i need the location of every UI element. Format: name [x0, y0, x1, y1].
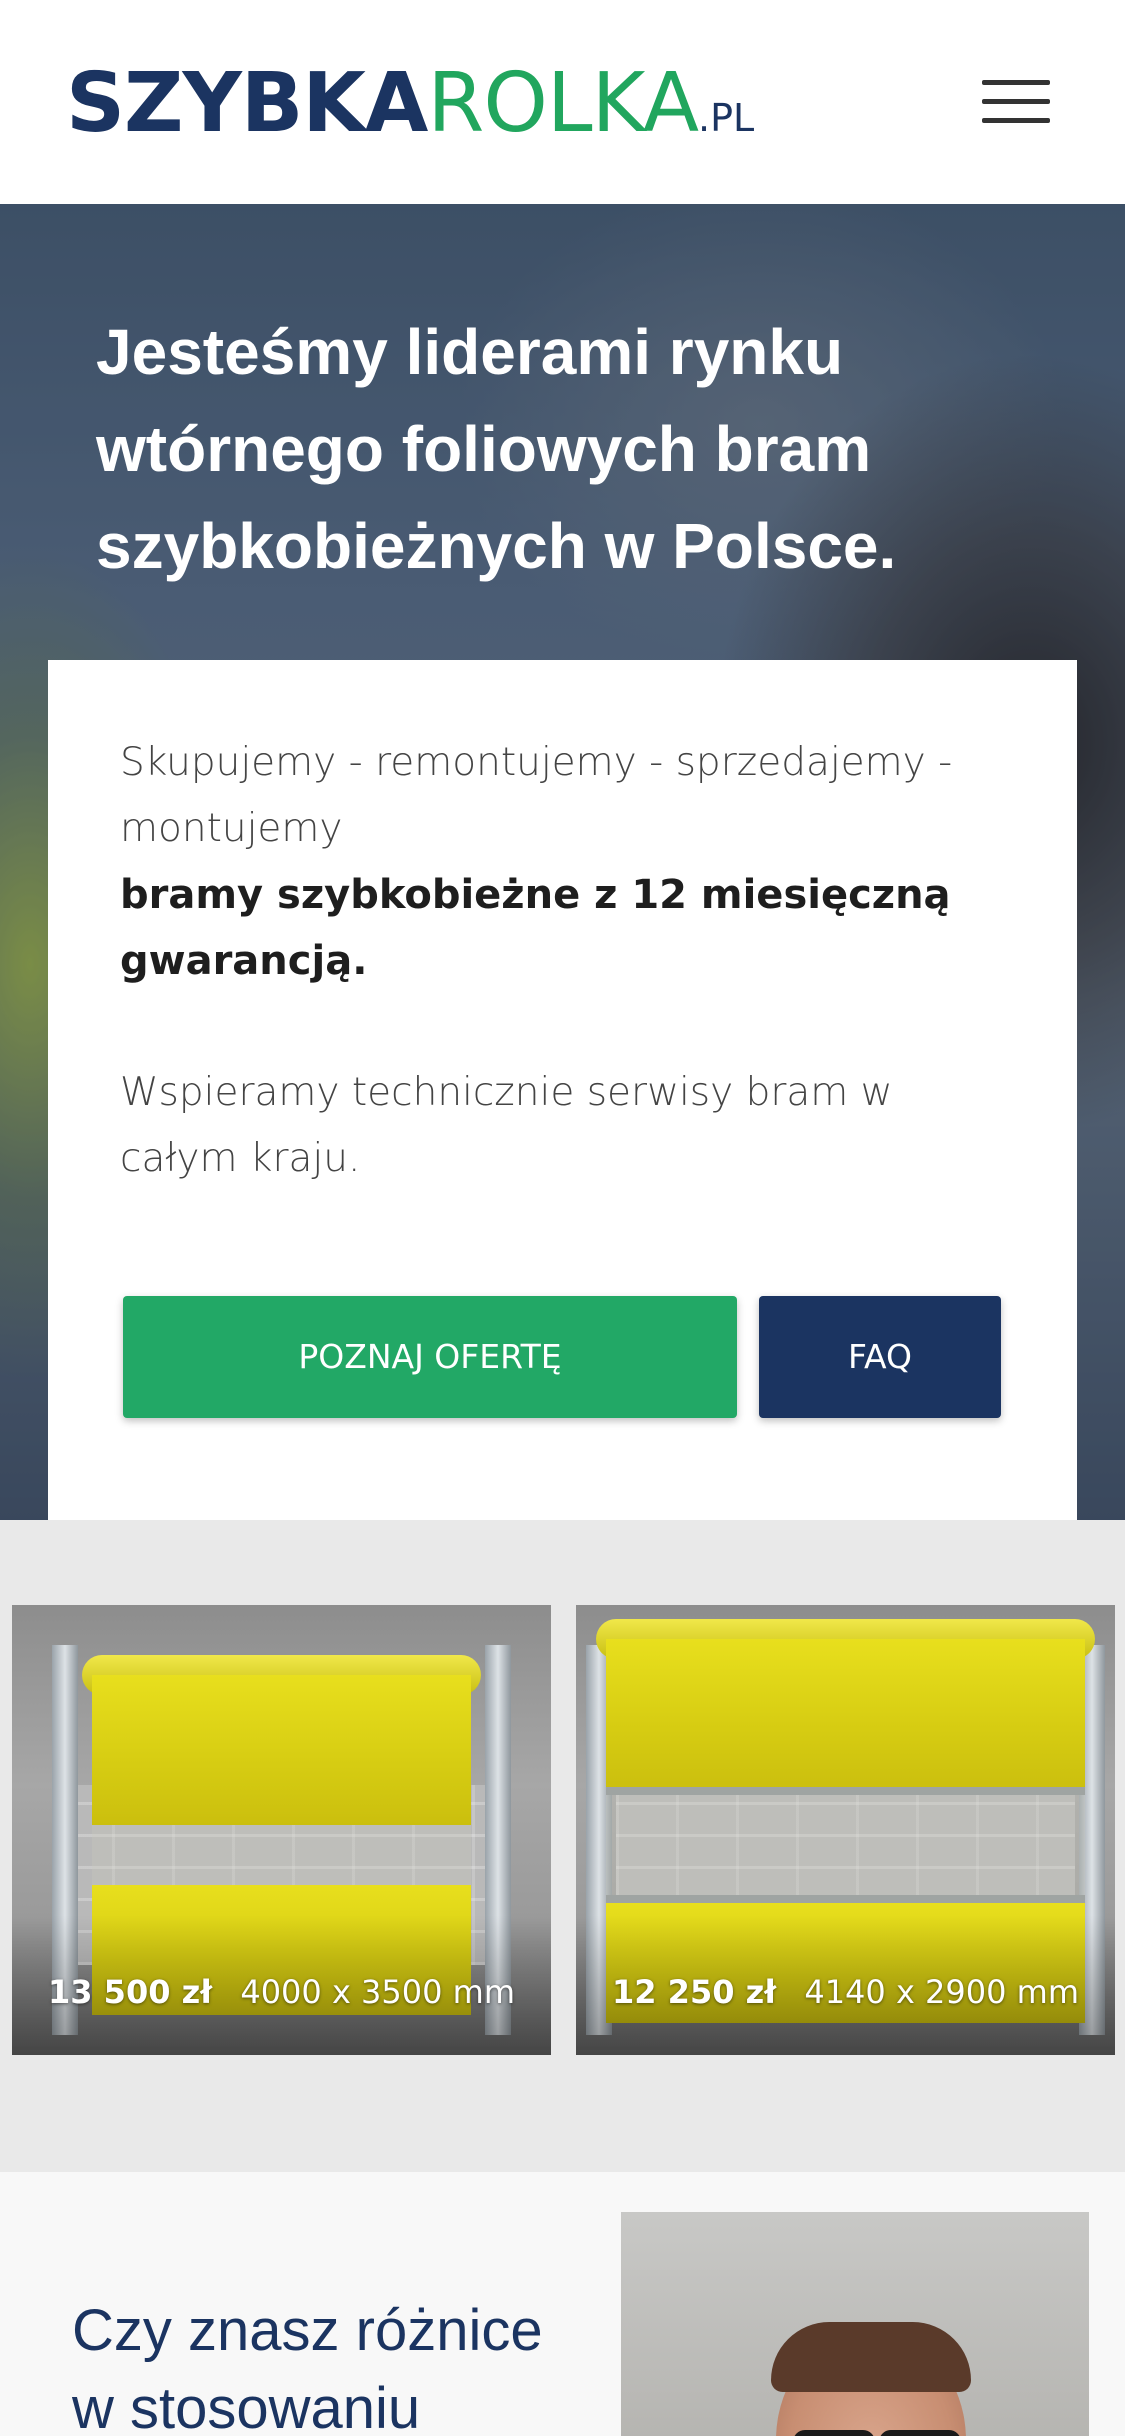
logo-text-pl: .PL	[698, 96, 755, 140]
site-logo[interactable]: SZYBKAROLKA.PL	[66, 54, 754, 154]
product-dimensions: 4000 x 3500 mm	[240, 1973, 515, 2011]
product-card[interactable]: 13 500 zł 4000 x 3500 mm	[12, 1605, 551, 2055]
product-price: 12 250 zł	[612, 1973, 777, 2011]
info-section: Czy znasz różnice w stosowaniu	[0, 2172, 1125, 2436]
expert-photo	[621, 2212, 1089, 2436]
hero-support-text: Wspieramy technicznie serwisy bram w cał…	[120, 1070, 893, 1181]
hamburger-line	[982, 99, 1050, 104]
section-title: Czy znasz różnice w stosowaniu	[72, 2298, 543, 2436]
faq-button[interactable]: FAQ	[759, 1296, 1001, 1418]
hamburger-menu-icon[interactable]	[982, 80, 1050, 124]
hero-warranty-text: bramy szybkobieżne z 12 miesięczną gwara…	[120, 872, 951, 984]
product-dimensions: 4140 x 2900 mm	[804, 1973, 1079, 2011]
logo-text-szybka: SZYBKA	[66, 56, 428, 151]
logo-text-rolka: ROLKA	[427, 56, 699, 151]
product-price: 13 500 zł	[48, 1973, 213, 2011]
product-card[interactable]: 12 250 zł 4140 x 2900 mm	[576, 1605, 1115, 2055]
offer-button[interactable]: POZNAJ OFERTĘ	[123, 1296, 737, 1418]
site-header: SZYBKAROLKA.PL	[0, 0, 1125, 204]
hero-title: Jesteśmy liderami rynku wtórnego foliowy…	[96, 316, 897, 582]
hero-services-text: Skupujemy - remontujemy - sprzedajemy - …	[120, 740, 953, 851]
hamburger-line	[982, 118, 1050, 123]
hamburger-line	[982, 80, 1050, 85]
product-carousel: 13 500 zł 4000 x 3500 mm 12 250 zł 4140 …	[0, 1520, 1125, 2172]
